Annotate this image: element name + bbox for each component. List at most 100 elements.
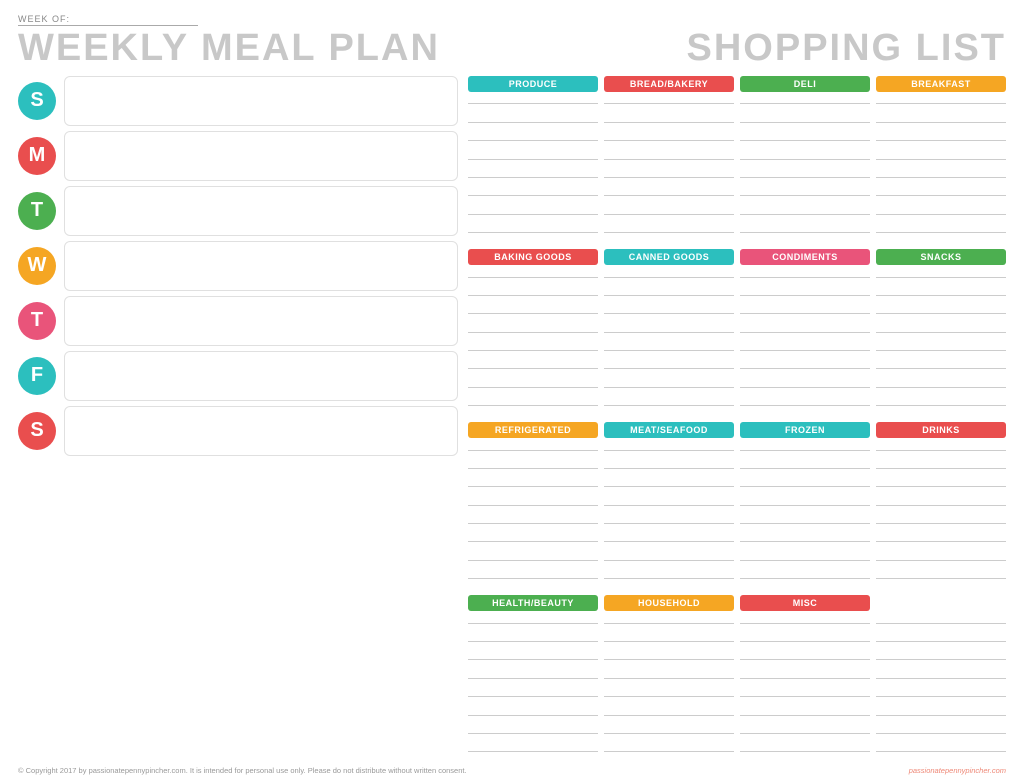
category-header-canned-goods: CANNED GOODS xyxy=(604,249,734,265)
item-line xyxy=(468,103,598,104)
item-line xyxy=(604,368,734,369)
item-line xyxy=(468,195,598,196)
item-line xyxy=(604,277,734,278)
shopping-col-1-2: CONDIMENTS xyxy=(740,249,870,416)
item-line xyxy=(468,505,598,506)
item-line xyxy=(740,541,870,542)
lines-area xyxy=(876,267,1006,416)
item-line xyxy=(604,159,734,160)
item-line xyxy=(740,505,870,506)
item-line xyxy=(740,295,870,296)
shopping-row-2: REFRIGERATEDMEAT/SEAFOODFROZENDRINKS xyxy=(468,422,1006,589)
item-line xyxy=(876,195,1006,196)
day-input-sunday[interactable] xyxy=(64,76,458,126)
item-line xyxy=(740,468,870,469)
item-line xyxy=(876,468,1006,469)
day-input-friday[interactable] xyxy=(64,351,458,401)
item-line xyxy=(876,387,1006,388)
item-line xyxy=(740,159,870,160)
item-line xyxy=(740,751,870,752)
item-line xyxy=(876,696,1006,697)
item-line xyxy=(740,195,870,196)
item-line xyxy=(740,450,870,451)
item-line xyxy=(604,641,734,642)
item-line xyxy=(604,387,734,388)
item-line xyxy=(876,214,1006,215)
item-line xyxy=(876,505,1006,506)
shopping-col-3-3 xyxy=(876,595,1006,762)
day-input-thursday[interactable] xyxy=(64,296,458,346)
day-circle-monday: M xyxy=(18,137,56,175)
item-line xyxy=(604,696,734,697)
item-line xyxy=(876,715,1006,716)
item-line xyxy=(468,332,598,333)
item-line xyxy=(740,715,870,716)
day-input-wednesday[interactable] xyxy=(64,241,458,291)
lines-area xyxy=(468,440,598,589)
category-header-refrigerated: REFRIGERATED xyxy=(468,422,598,438)
item-line xyxy=(604,468,734,469)
item-line xyxy=(740,103,870,104)
item-line xyxy=(876,277,1006,278)
item-line xyxy=(468,696,598,697)
lines-area xyxy=(468,613,598,762)
shopping-col-1-1: CANNED GOODS xyxy=(604,249,734,416)
item-line xyxy=(876,177,1006,178)
item-line xyxy=(876,541,1006,542)
item-line xyxy=(604,295,734,296)
item-line xyxy=(740,696,870,697)
day-input-monday[interactable] xyxy=(64,131,458,181)
item-line xyxy=(604,678,734,679)
item-line xyxy=(740,578,870,579)
item-line xyxy=(740,140,870,141)
shopping-col-2-0: REFRIGERATED xyxy=(468,422,598,589)
item-line xyxy=(468,523,598,524)
item-line xyxy=(876,733,1006,734)
item-line xyxy=(876,295,1006,296)
lines-area xyxy=(604,267,734,416)
top-bar: WEEK OF: xyxy=(18,14,1006,26)
day-input-tuesday[interactable] xyxy=(64,186,458,236)
item-line xyxy=(740,332,870,333)
lines-area xyxy=(604,613,734,762)
shopping-col-0-3: BREAKFAST xyxy=(876,76,1006,243)
item-line xyxy=(468,641,598,642)
item-line xyxy=(604,177,734,178)
shopping-grid: PRODUCEBREAD/BAKERYDELIBREAKFASTBAKING G… xyxy=(468,76,1006,762)
item-line xyxy=(604,350,734,351)
item-line xyxy=(604,313,734,314)
item-line xyxy=(604,751,734,752)
item-line xyxy=(740,678,870,679)
category-header-household: HOUSEHOLD xyxy=(604,595,734,611)
shopping-col-3-1: HOUSEHOLD xyxy=(604,595,734,762)
item-line xyxy=(604,541,734,542)
lines-area xyxy=(876,613,1006,762)
category-header-drinks: DRINKS xyxy=(876,422,1006,438)
category-header-health-beauty: HEALTH/BEAUTY xyxy=(468,595,598,611)
shopping-row-3: HEALTH/BEAUTYHOUSEHOLDMISC xyxy=(468,595,1006,762)
item-line xyxy=(604,103,734,104)
item-line xyxy=(604,232,734,233)
day-input-saturday[interactable] xyxy=(64,406,458,456)
item-line xyxy=(604,195,734,196)
item-line xyxy=(740,623,870,624)
week-of-label: WEEK OF: xyxy=(18,14,198,26)
item-line xyxy=(740,641,870,642)
footer-brand: passionatepennypincher.com xyxy=(909,766,1006,775)
shopping-col-2-3: DRINKS xyxy=(876,422,1006,589)
footer-copyright: © Copyright 2017 by passionatepennypinch… xyxy=(18,766,467,775)
day-circle-saturday: S xyxy=(18,412,56,450)
item-line xyxy=(876,623,1006,624)
item-line xyxy=(876,332,1006,333)
item-line xyxy=(876,122,1006,123)
item-line xyxy=(604,505,734,506)
item-line xyxy=(876,368,1006,369)
shopping-section: SHOPPING LIST PRODUCEBREAD/BAKERYDELIBRE… xyxy=(468,28,1006,762)
item-line xyxy=(740,350,870,351)
item-line xyxy=(604,214,734,215)
item-line xyxy=(740,659,870,660)
shopping-col-0-2: DELI xyxy=(740,76,870,243)
category-header-baking-goods: BAKING GOODS xyxy=(468,249,598,265)
item-line xyxy=(876,641,1006,642)
item-line xyxy=(468,733,598,734)
